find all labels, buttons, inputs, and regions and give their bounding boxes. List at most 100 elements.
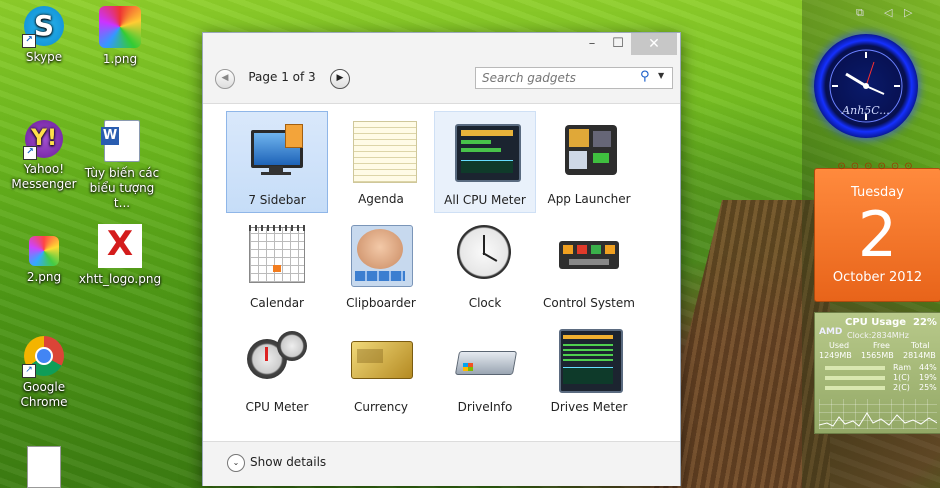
clock-icon — [455, 225, 515, 285]
desktop-icon-label: xhtt_logo.png — [78, 272, 162, 286]
ram-label: Ram — [893, 363, 912, 372]
gadget-currency[interactable]: Currency — [330, 319, 432, 421]
gadget-label: Clipboarder — [346, 296, 416, 310]
shortcut-arrow-icon: ↗ — [22, 34, 36, 48]
chevron-down-icon[interactable]: ⌄ — [227, 454, 245, 472]
app-launcher-icon — [559, 121, 619, 181]
mem-used: 1249MB — [819, 351, 852, 360]
desktop-icon-2png[interactable]: 2.png — [2, 236, 86, 285]
desktop-icon-yahoo-messenger[interactable]: Y! ↗ Yahoo! Messenger — [2, 120, 86, 192]
gadget-agenda[interactable]: Agenda — [330, 111, 432, 213]
gadget-calendar[interactable]: Calendar — [226, 215, 328, 317]
core2-percent: 25% — [919, 383, 937, 392]
core2-bar — [825, 386, 885, 390]
minimize-button[interactable]: – — [579, 33, 605, 55]
window-titlebar[interactable]: – ☐ ✕ — [203, 33, 680, 61]
shortcut-arrow-icon: ↗ — [23, 146, 37, 160]
yahoo-messenger-icon: Y! ↗ — [23, 120, 63, 160]
word-document-icon: W — [101, 120, 140, 162]
skype-icon: S ↗ — [22, 6, 64, 48]
search-box: ⚲ ▼ — [475, 67, 673, 89]
gadget-all-cpu-meter[interactable]: All CPU Meter — [434, 111, 536, 213]
desktop-icon-label: 1.png — [102, 52, 138, 66]
image-file-icon — [29, 236, 59, 266]
cpu-graph-line-icon — [818, 412, 938, 427]
image-file-icon — [99, 6, 141, 48]
cpu-usage-title: CPU Usage — [845, 317, 907, 328]
desktop-icon-skype[interactable]: S ↗ Skype — [2, 6, 86, 65]
calendar-gadget[interactable]: ⊙⊙⊙⊙⊙⊙ Tuesday 2 October 2012 — [814, 161, 940, 302]
sidebar-prev-icon[interactable]: ◁ — [884, 6, 892, 19]
gadget-gallery-window: – ☐ ✕ ◀ Page 1 of 3 ▶ ⚲ ▼ 7 Sidebar — [202, 32, 681, 486]
core1-percent: 19% — [919, 373, 937, 382]
cpu-history-graph — [818, 399, 938, 429]
desktop-icon-label: Skype — [25, 50, 63, 64]
gadget-drives-meter[interactable]: Drives Meter — [538, 319, 640, 421]
gadget-label: Clock — [468, 296, 502, 310]
desktop-icon-google-chrome[interactable]: ↗ Google Chrome — [2, 336, 86, 410]
calendar-day-number: 2 — [857, 198, 898, 271]
gadget-label: Calendar — [250, 296, 304, 310]
core2-label: 2(C) — [893, 383, 910, 392]
clock-gadget[interactable]: Anh5C... — [814, 34, 918, 138]
sidebar-add-icon[interactable]: ⧉ — [856, 6, 864, 20]
shortcut-arrow-icon: ↗ — [22, 364, 36, 378]
drives-meter-icon — [559, 329, 623, 393]
gadget-label: Drives Meter — [550, 400, 628, 414]
baby-photo-icon — [351, 225, 413, 287]
cpu-usage-percent: 22% — [913, 317, 937, 328]
chrome-icon: ↗ — [22, 336, 64, 378]
calendar-icon — [247, 225, 307, 285]
text-file-icon — [27, 446, 61, 488]
page-indicator: Page 1 of 3 — [248, 70, 316, 84]
desktop-icon-word-document[interactable]: W Tùy biến các biểu tượng t... — [80, 120, 164, 211]
cpu-clock-speed: Clock:2834MHz — [847, 331, 909, 340]
currency-card-icon — [351, 329, 413, 389]
clock-face-icon — [829, 49, 903, 123]
gadget-driveinfo[interactable]: DriveInfo — [434, 319, 536, 421]
gadget-control-system[interactable]: Control System — [538, 215, 640, 317]
desktop-icon-text-file[interactable] — [2, 446, 86, 488]
gadget-cpu-meter[interactable]: CPU Meter — [226, 319, 328, 421]
close-button[interactable]: ✕ — [631, 33, 677, 55]
gallery-toolbar: ◀ Page 1 of 3 ▶ ⚲ ▼ — [203, 61, 680, 104]
gadget-clock[interactable]: Clock — [434, 215, 536, 317]
show-details-link[interactable]: Show details — [250, 455, 326, 469]
gadget-7-sidebar[interactable]: 7 Sidebar — [226, 111, 328, 213]
calendar-rings-icon: ⊙⊙⊙⊙⊙⊙ — [837, 161, 918, 172]
desktop-sidebar: ⧉ ◁ ▷ Anh5C... ⊙⊙⊙⊙⊙⊙ Tuesday 2 October … — [802, 0, 940, 488]
header-used: Used — [829, 341, 850, 350]
cpu-usage-gadget[interactable]: AMD CPU Usage 22% Clock:2834MHz Used Fre… — [814, 312, 940, 434]
xhtt-logo-icon: X — [98, 224, 142, 268]
mem-free: 1565MB — [861, 351, 894, 360]
gadget-app-launcher[interactable]: App Launcher — [538, 111, 640, 213]
previous-page-button[interactable]: ◀ — [215, 69, 235, 89]
cpu-usage-icon — [455, 122, 521, 182]
control-system-icon — [559, 225, 619, 285]
maximize-button[interactable]: ☐ — [605, 33, 631, 55]
clock-brand-text: Anh5C... — [842, 104, 890, 117]
search-dropdown-icon[interactable]: ▼ — [658, 71, 664, 80]
next-page-button[interactable]: ▶ — [330, 69, 350, 89]
gadget-label: All CPU Meter — [444, 193, 526, 207]
search-input[interactable] — [480, 69, 634, 87]
gadget-label: 7 Sidebar — [248, 193, 306, 207]
gadget-label: CPU Meter — [245, 400, 309, 414]
sidebar-next-icon[interactable]: ▷ — [904, 6, 912, 19]
search-icon[interactable]: ⚲ — [640, 69, 650, 84]
gadget-label: DriveInfo — [457, 400, 513, 414]
gauge-icon — [247, 329, 307, 389]
desktop-icon-label: Google Chrome — [20, 380, 68, 409]
desktop-icon-xhtt-logo[interactable]: X xhtt_logo.png — [78, 224, 162, 287]
cpu-vendor-label: AMD — [819, 327, 843, 337]
desktop-icon-1png[interactable]: 1.png — [78, 6, 162, 67]
gadget-label: App Launcher — [547, 192, 631, 206]
header-free: Free — [873, 341, 890, 350]
gadget-clipboarder[interactable]: Clipboarder — [330, 215, 432, 317]
agenda-icon — [351, 121, 417, 183]
drive-icon — [454, 329, 518, 389]
monitor-icon — [247, 122, 307, 182]
mem-total: 2814MB — [903, 351, 936, 360]
desktop-icon-label: 2.png — [26, 270, 62, 284]
ram-percent: 44% — [919, 363, 937, 372]
